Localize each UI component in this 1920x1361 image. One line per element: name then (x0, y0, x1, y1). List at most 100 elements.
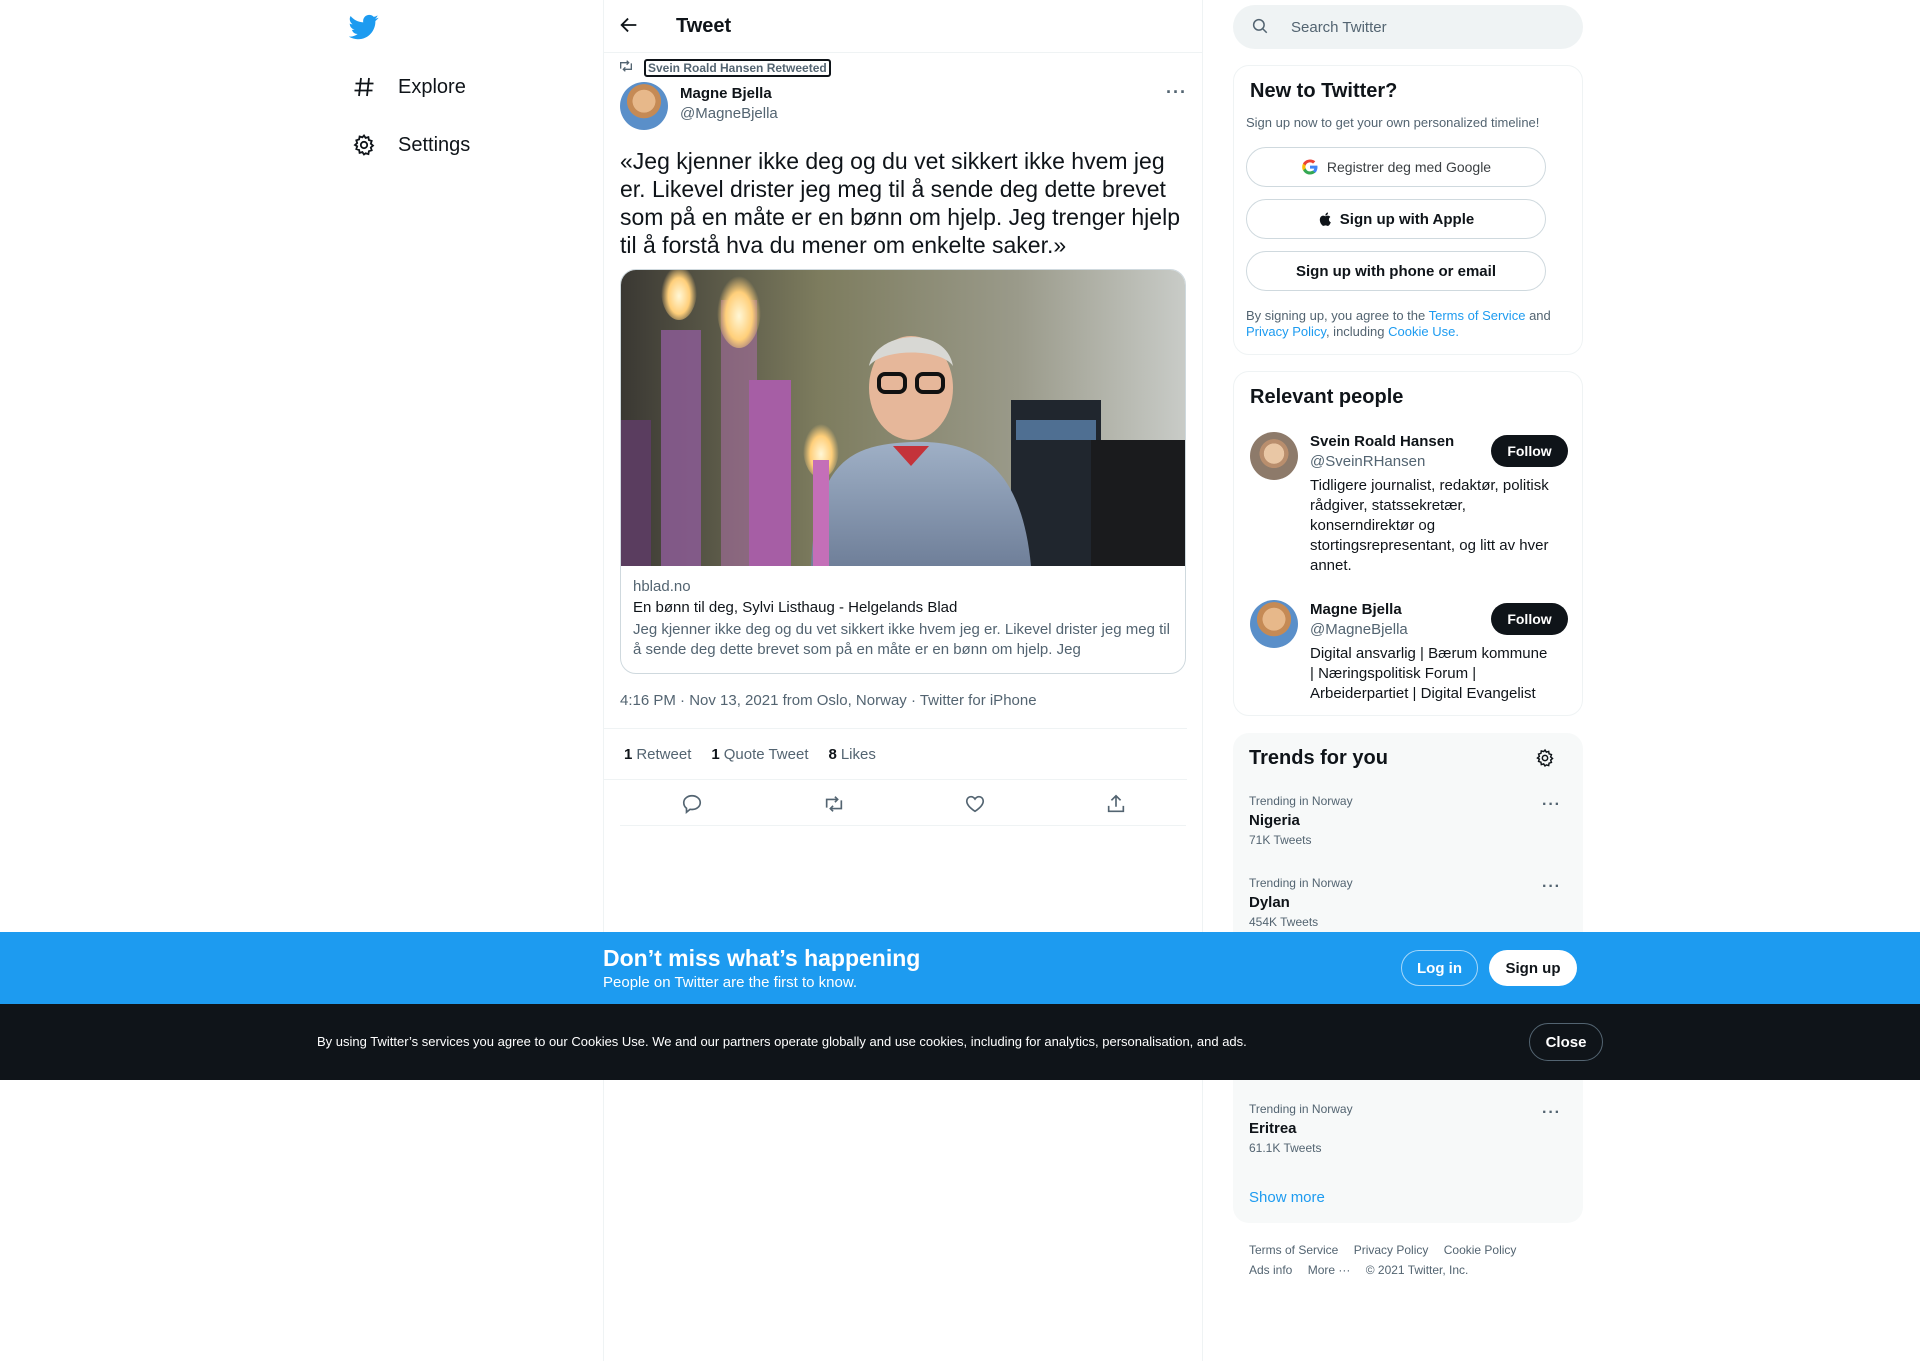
footer-cookie-link[interactable]: Cookie Policy (1444, 1243, 1517, 1257)
trend-item[interactable]: Trending in Norway Dylan 454K Tweets ··· (1249, 876, 1569, 929)
quotes-stat[interactable]: 1 Quote Tweet (711, 746, 808, 763)
trend-context: Trending in Norway (1249, 794, 1353, 808)
like-heart-icon[interactable] (961, 790, 989, 818)
person-avatar[interactable] (1250, 432, 1298, 480)
retweets-stat[interactable]: 1 Retweet (624, 746, 691, 763)
link-card[interactable]: hblad.no En bønn til deg, Sylvi Listhaug… (620, 269, 1186, 674)
privacy-link[interactable]: Privacy Policy (1246, 324, 1326, 339)
google-signup-button[interactable]: Registrer deg med Google (1246, 147, 1546, 187)
reply-icon[interactable] (678, 790, 706, 818)
twitter-logo-icon[interactable] (348, 12, 385, 42)
retweet-small-icon (618, 58, 634, 77)
signup-button[interactable]: Sign up (1489, 950, 1577, 986)
center-column-right-border (1202, 0, 1203, 1361)
trend-more-icon[interactable]: ··· (1542, 796, 1561, 814)
nav-explore-label: Explore (398, 75, 466, 98)
footer-privacy-link[interactable]: Privacy Policy (1354, 1243, 1429, 1257)
person-bio: Tidligere journalist, redaktør, politisk… (1310, 477, 1549, 574)
google-signup-label: Registrer deg med Google (1326, 159, 1492, 175)
person-name[interactable]: Magne Bjella (1310, 601, 1402, 618)
search-icon (1251, 17, 1271, 37)
signup-legal-text: By signing up, you agree to the Terms of… (1246, 308, 1566, 340)
trend-context: Trending in Norway (1249, 876, 1353, 890)
trend-name: Dylan (1249, 894, 1290, 911)
tweet-more-icon[interactable]: ··· (1166, 82, 1187, 103)
signup-panel-subtitle: Sign up now to get your own personalized… (1246, 115, 1540, 130)
card-domain: hblad.no (633, 578, 691, 595)
person-bio: Digital ansvarlig | Bærum kommune | Næri… (1310, 645, 1548, 702)
person-handle[interactable]: @MagneBjella (1310, 621, 1408, 638)
banner-subtitle: People on Twitter are the first to know. (603, 974, 858, 991)
trend-more-icon[interactable]: ··· (1542, 878, 1561, 896)
nav-settings[interactable]: Settings (350, 125, 470, 165)
page-title: Tweet (676, 15, 732, 37)
share-icon[interactable] (1102, 790, 1130, 818)
banner-title: Don’t miss what’s happening (603, 945, 921, 971)
likes-stat[interactable]: 8 Likes (829, 746, 876, 763)
apple-icon (1318, 211, 1334, 227)
google-icon (1301, 158, 1319, 176)
quotes-count: 1 (711, 745, 720, 763)
card-description: Jeg kjenner ikke deg og du vet sikkert i… (633, 621, 1170, 658)
tweet-text: «Jeg kjenner ikke deg og du vet sikkert … (620, 148, 1180, 258)
trend-count: 454K Tweets (1249, 915, 1319, 929)
center-column-left-border (603, 0, 604, 1361)
tweet-stats: 1 Retweet 1 Quote Tweet 8 Likes (604, 728, 1187, 780)
person-name[interactable]: Svein Roald Hansen (1310, 433, 1454, 450)
card-image (621, 270, 1185, 566)
likes-count: 8 (828, 745, 837, 763)
follow-button[interactable]: Follow (1491, 603, 1568, 635)
terms-link[interactable]: Terms of Service (1429, 308, 1526, 323)
phone-signup-button[interactable]: Sign up with phone or email (1246, 251, 1546, 291)
quotes-label: Quote Tweet (723, 745, 809, 763)
search-input[interactable] (1291, 18, 1561, 36)
footer-terms-link[interactable]: Terms of Service (1249, 1243, 1338, 1257)
show-more-link[interactable]: Show more (1249, 1189, 1325, 1206)
retweets-count: 1 (624, 745, 633, 763)
person-avatar[interactable] (1250, 600, 1298, 648)
nav-explore[interactable]: Explore (350, 67, 466, 107)
trends-settings-gear-icon[interactable] (1535, 748, 1555, 773)
retweet-icon[interactable] (820, 790, 848, 818)
cookie-bar: By using Twitter’s services you agree to… (0, 1004, 1920, 1080)
relevant-people-title: Relevant people (1250, 386, 1404, 408)
signup-panel: New to Twitter? Sign up now to get your … (1233, 65, 1583, 355)
trend-item[interactable]: Trending in Norway Eritrea 61.1K Tweets … (1249, 1102, 1569, 1155)
trend-more-icon[interactable]: ··· (1542, 1104, 1561, 1122)
retweet-context-link[interactable]: Svein Roald Hansen Retweeted (644, 58, 831, 77)
trends-title: Trends for you (1249, 747, 1388, 769)
retweets-label: Retweet (636, 745, 692, 763)
apple-signup-button[interactable]: Sign up with Apple (1246, 199, 1546, 239)
legal-and: and (1529, 308, 1551, 323)
footer-links: Terms of Service Privacy Policy Cookie P… (1249, 1243, 1528, 1257)
back-arrow-icon[interactable] (618, 14, 644, 40)
cookie-close-button[interactable]: Close (1529, 1023, 1603, 1061)
likes-label: Likes (840, 745, 876, 763)
trend-item[interactable]: Trending in Norway Nigeria 71K Tweets ··… (1249, 794, 1569, 847)
footer-copyright: © 2021 Twitter, Inc. (1365, 1263, 1469, 1277)
footer-more-link[interactable]: More ··· (1308, 1263, 1351, 1277)
search-bar[interactable] (1233, 5, 1583, 49)
footer-links-row2: Ads info More ··· © 2021 Twitter, Inc. (1249, 1263, 1480, 1277)
legal-including: , including (1325, 324, 1385, 339)
person-handle[interactable]: @SveinRHansen (1310, 453, 1425, 470)
hashtag-icon (350, 73, 378, 101)
relevant-people-panel: Relevant people Svein Roald Hansen @Svei… (1233, 371, 1583, 716)
cookie-use-link[interactable]: Cookie Use. (1388, 324, 1459, 339)
author-name[interactable]: Magne Bjella (680, 85, 772, 102)
retweet-context: Svein Roald Hansen Retweeted (618, 58, 831, 77)
trend-name: Eritrea (1249, 1120, 1297, 1137)
signup-panel-title: New to Twitter? (1250, 80, 1398, 102)
nav-settings-label: Settings (398, 133, 471, 156)
tweet-timestamp[interactable]: 4:16 PM · Nov 13, 2021 from Oslo, Norway… (620, 692, 1037, 709)
tweet-header: Tweet (604, 0, 1202, 53)
footer-ads-info-link[interactable]: Ads info (1249, 1263, 1292, 1277)
follow-button[interactable]: Follow (1491, 435, 1568, 467)
legal-prefix: By signing up, you agree to the (1246, 308, 1426, 323)
apple-signup-label: Sign up with Apple (1339, 210, 1475, 228)
author-avatar[interactable] (620, 82, 668, 130)
author-handle[interactable]: @MagneBjella (680, 105, 778, 122)
login-button[interactable]: Log in (1401, 950, 1478, 986)
trend-count: 61.1K Tweets (1249, 1141, 1322, 1155)
gear-icon (350, 131, 378, 159)
